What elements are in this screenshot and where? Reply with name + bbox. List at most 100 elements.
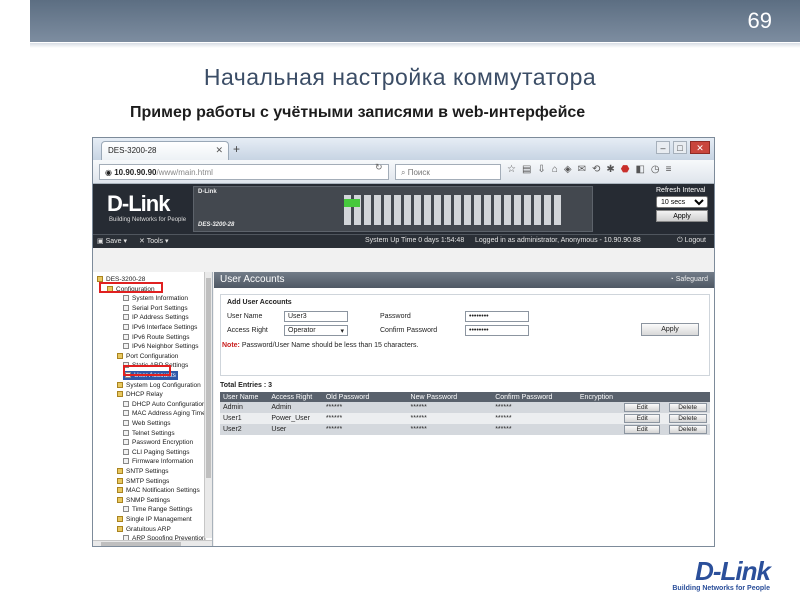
tree-item[interactable]: IPv6 Route Settings <box>123 333 189 342</box>
cell-old: ****** <box>322 413 408 424</box>
dlink-logo: D-Link <box>107 191 170 216</box>
url-path: /www/main.html <box>156 168 213 177</box>
note-prefix: Note: <box>222 342 240 349</box>
tree-item-label: IPv6 Route Settings <box>132 333 190 341</box>
cell-new: ****** <box>407 413 493 424</box>
refresh-apply-button[interactable]: Apply <box>656 210 708 222</box>
tools-menu[interactable]: ✕ Tools ▾ <box>139 237 169 245</box>
tree-item[interactable]: Gratuitous ARP <box>117 525 171 534</box>
close-tab-icon[interactable]: ✕ <box>215 145 223 156</box>
search-input[interactable]: ⌕ Поиск <box>395 164 501 180</box>
settings-icon[interactable]: ✱ <box>606 164 614 175</box>
tree-item[interactable]: System Information <box>123 294 188 303</box>
bookmark-star-icon[interactable]: ☆ <box>507 164 516 175</box>
logout-link[interactable]: ⏻ Logout <box>677 237 706 245</box>
tree-item[interactable]: SNTP Settings <box>117 467 169 476</box>
cell-name: User2 <box>220 424 269 435</box>
tree-item[interactable]: IP Address Settings <box>123 313 189 322</box>
edit-button[interactable]: Edit <box>624 425 661 434</box>
tree-item-label: Time Range Settings <box>132 506 193 514</box>
tree-item-label: Firmware Information <box>132 458 194 466</box>
tree-item-label: Serial Port Settings <box>132 304 188 312</box>
user-name-label: User Name <box>227 313 263 320</box>
adblock-icon[interactable]: ⬣ <box>621 164 630 175</box>
tree-item-label: DHCP Relay <box>126 391 163 399</box>
history-icon[interactable]: ◷ <box>651 164 660 175</box>
page-icon <box>123 400 129 407</box>
note: Note: Password/User Name should be less … <box>222 342 418 349</box>
menu-icon[interactable]: ≡ <box>666 164 672 175</box>
tree-item[interactable]: MAC Notification Settings <box>117 486 200 495</box>
tree-item-label: CLI Paging Settings <box>132 448 190 456</box>
save-menu[interactable]: ▣ Save ▾ <box>97 237 127 245</box>
tree-item[interactable]: IPv6 Interface Settings <box>123 323 197 332</box>
dlink-tagline: Building Networks for People <box>109 217 187 223</box>
tree-item[interactable]: Telnet Settings <box>123 429 175 438</box>
delete-button[interactable]: Delete <box>668 403 707 412</box>
add-user-form: Add User Accounts User Name User3 Passwo… <box>220 294 710 376</box>
browser-screenshot: DES-3200-28 ✕ + – □ ✕ ◉ 10.90.90.90/www/… <box>92 137 715 547</box>
tree-item[interactable]: Firmware Information <box>123 457 193 466</box>
tree-item[interactable]: Time Range Settings <box>123 505 192 514</box>
tree-item[interactable]: CLI Paging Settings <box>123 448 189 457</box>
cell-right: Admin <box>268 402 323 413</box>
close-window-icon[interactable]: ✕ <box>690 141 710 154</box>
cell-new: ****** <box>407 402 493 413</box>
folder-icon <box>117 525 123 532</box>
tree-item[interactable]: SMTP Settings <box>117 477 169 486</box>
edit-button[interactable]: Edit <box>624 403 661 412</box>
pocket-icon[interactable]: ◈ <box>564 164 572 175</box>
sync-icon[interactable]: ⟲ <box>592 164 600 175</box>
chat-icon[interactable]: ✉ <box>578 164 586 175</box>
minimize-icon[interactable]: – <box>656 141 670 154</box>
cell-name: Admin <box>220 402 269 413</box>
delete-button[interactable]: Delete <box>668 414 707 423</box>
navigation-tree: DES-3200-28 Configuration System Informati… <box>93 272 213 546</box>
tree-item[interactable]: Web Settings <box>123 419 171 428</box>
tree-vscrollbar[interactable] <box>204 272 212 538</box>
device-model: DES-3200-28 <box>198 222 235 228</box>
tree-item[interactable]: MAC Address Aging Time <box>123 409 206 418</box>
maximize-icon[interactable]: □ <box>673 141 687 154</box>
tree-item[interactable]: DHCP Auto Configuration <box>123 400 206 409</box>
port-grid[interactable] <box>344 195 564 225</box>
tree-item-label: IPv6 Interface Settings <box>132 324 198 331</box>
tree-item-label: SNMP Settings <box>126 496 170 504</box>
address-bar[interactable]: ◉ 10.90.90.90/www/main.html <box>99 164 389 180</box>
tree-item[interactable]: SNMP Settings <box>117 496 170 505</box>
reload-icon[interactable]: ↻ <box>375 162 383 173</box>
tree-item[interactable]: IPv6 Neighbor Settings <box>123 342 198 351</box>
tree-item[interactable]: System Log Configuration <box>117 381 201 390</box>
safeguard-link[interactable]: ◔ Safeguard <box>670 276 709 283</box>
tree-item-label: SMTP Settings <box>126 477 170 485</box>
content-pane: User Accounts ◔ Safeguard Add User Accou… <box>214 272 714 546</box>
apply-button[interactable]: Apply <box>641 323 699 336</box>
access-right-select[interactable]: Operator ▾ <box>284 325 348 336</box>
tree-item[interactable]: Port Configuration <box>117 352 178 361</box>
tree-item[interactable]: Password Encryption <box>123 438 193 447</box>
clipboard-icon[interactable]: ▤ <box>522 164 531 175</box>
delete-button[interactable]: Delete <box>668 425 707 434</box>
edit-button[interactable]: Edit <box>624 414 661 423</box>
tree-item[interactable]: Single IP Management <box>117 515 192 524</box>
tree-item[interactable]: Serial Port Settings <box>123 304 188 313</box>
browser-tab[interactable]: DES-3200-28 ✕ <box>101 141 229 160</box>
password-input[interactable]: •••••••• <box>465 311 529 322</box>
tree-hscrollbar[interactable] <box>93 540 212 546</box>
refresh-select[interactable]: 10 secs <box>656 196 708 208</box>
tab-title: DES-3200-28 <box>108 146 157 155</box>
cell-encryption <box>576 424 622 435</box>
tree-item-label: MAC Address Aging Time <box>132 410 206 418</box>
new-tab-icon[interactable]: + <box>233 142 240 156</box>
extension-icon[interactable]: ◧ <box>635 164 644 175</box>
user-name-input[interactable]: User3 <box>284 311 348 322</box>
tree-item[interactable]: DHCP Relay <box>117 390 163 399</box>
column-header: Encryption <box>576 392 622 402</box>
download-icon[interactable]: ⇩ <box>537 164 545 175</box>
tree-item-label: DHCP Auto Configuration <box>132 400 206 408</box>
device-front-panel: D-Link DES-3200-28 <box>193 186 593 232</box>
home-icon[interactable]: ⌂ <box>552 164 558 175</box>
search-icon: ⌕ <box>401 168 408 177</box>
confirm-password-input[interactable]: •••••••• <box>465 325 529 336</box>
tree-item-label: System Log Configuration <box>126 381 201 389</box>
